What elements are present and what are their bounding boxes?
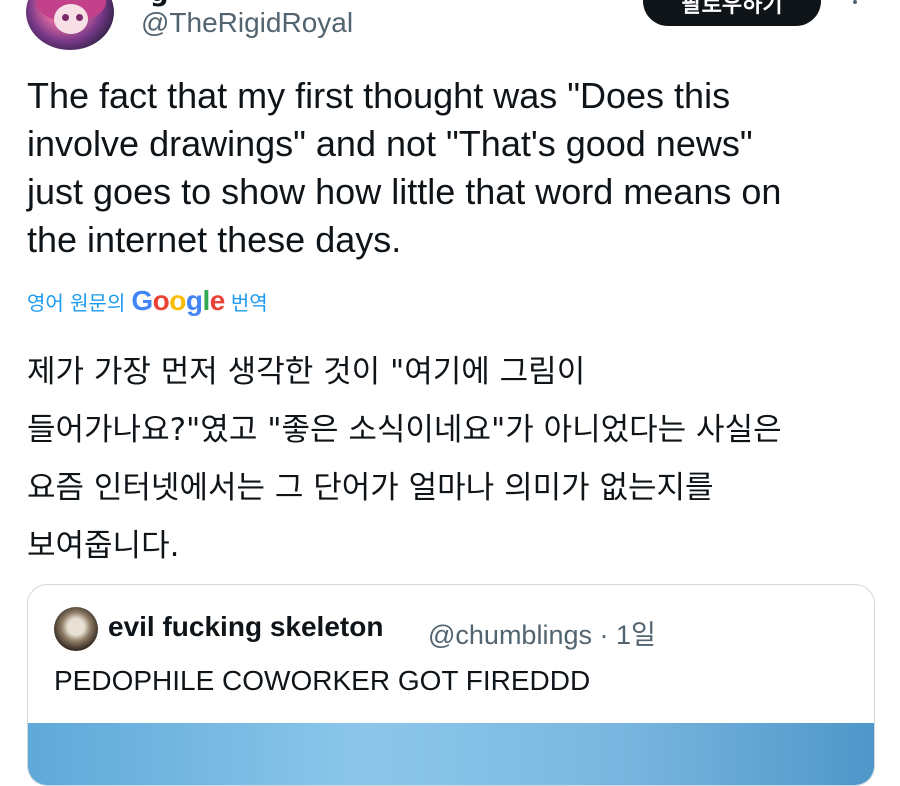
quote-author-handle[interactable]: @chumblings — [428, 620, 592, 650]
avatar-face — [54, 4, 88, 34]
quote-author-name[interactable]: evil fucking skeleton — [108, 611, 383, 643]
follow-button[interactable]: 팔로우하기 — [643, 0, 821, 26]
translation-prefix: 영어 원문의 — [27, 290, 126, 315]
tweet-text: The fact that my first thought was "Does… — [27, 75, 782, 260]
quote-timestamp[interactable]: 1일 — [616, 620, 656, 650]
translation-suffix: 번역 — [230, 290, 268, 315]
avatar-eye — [76, 14, 83, 21]
quote-separator: · — [599, 620, 609, 650]
google-logo-letter: o — [152, 285, 170, 316]
google-logo-letter: e — [209, 285, 226, 316]
quote-text: PEDOPHILE COWORKER GOT FIREDDD — [54, 665, 591, 696]
google-logo: Google — [131, 285, 226, 317]
google-logo-letter: g — [185, 285, 203, 316]
quote-meta: @chumblings · 1일 — [428, 613, 656, 652]
more-vertical-icon[interactable] — [848, 0, 862, 14]
quoted-tweet[interactable]: evil fucking skeleton @chumblings · 1일 P… — [27, 584, 875, 786]
translated-text: 제가 가장 먼저 생각한 것이 "여기에 그림이 들어가나요?"였고 "좋은 소… — [27, 354, 782, 564]
author-avatar[interactable] — [26, 0, 114, 50]
quote-author-avatar[interactable] — [54, 607, 98, 651]
avatar-eye — [62, 14, 69, 21]
translation-attribution[interactable]: 영어 원문의 Google 번역 — [27, 285, 268, 317]
google-logo-letter: o — [169, 285, 186, 316]
google-logo-letter: l — [202, 285, 210, 316]
quote-media-image[interactable] — [28, 723, 874, 785]
google-logo-letter: G — [131, 285, 153, 316]
author-handle[interactable]: @TheRigidRoyal — [141, 7, 353, 39]
